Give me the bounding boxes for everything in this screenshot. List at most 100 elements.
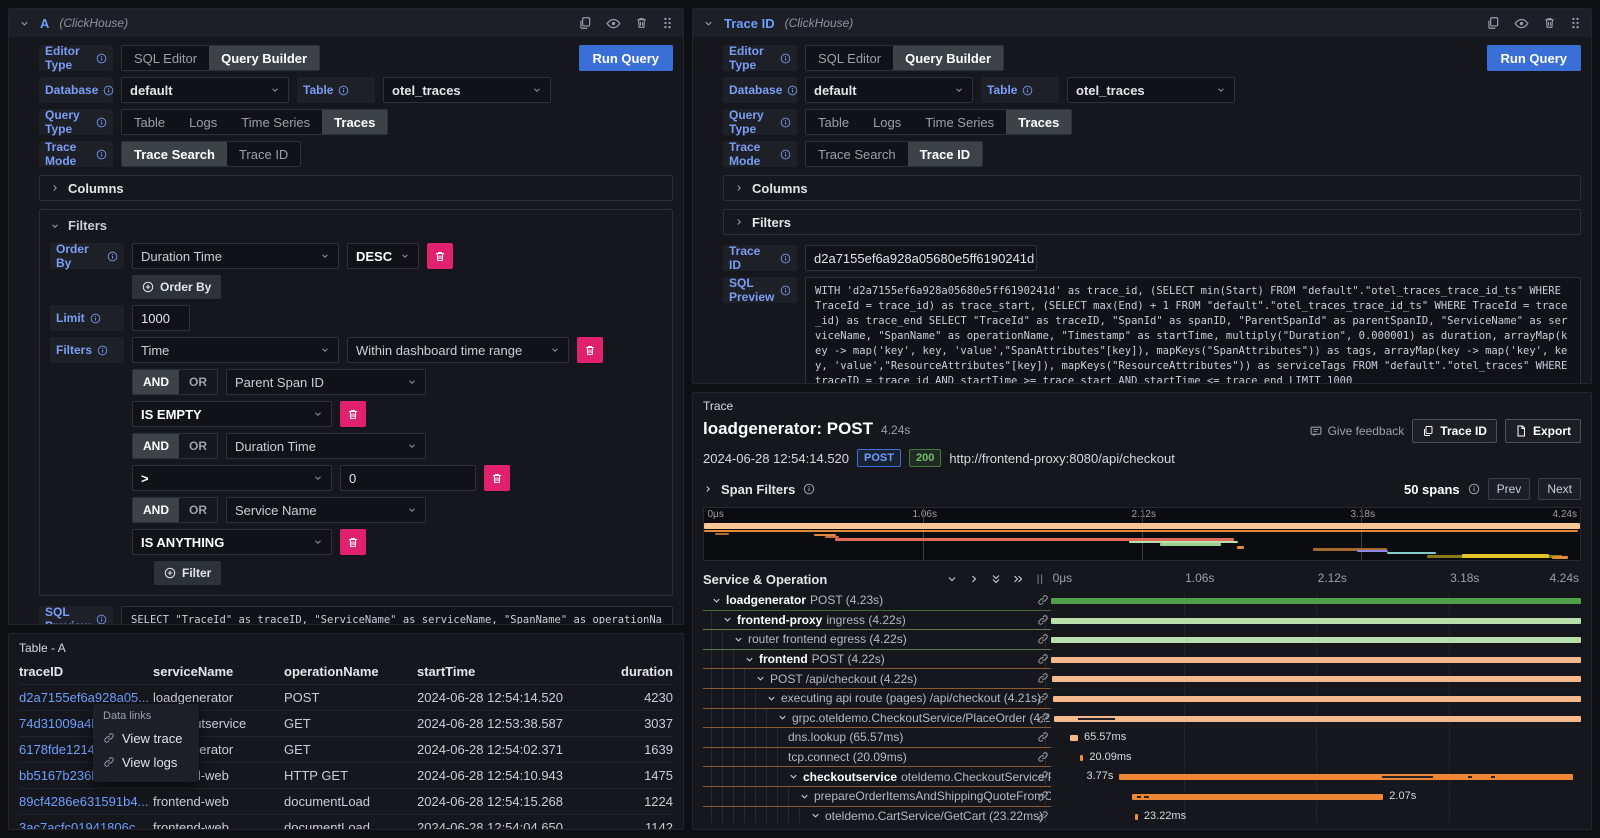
info-icon[interactable] — [338, 85, 349, 96]
span-collapse-icon[interactable] — [788, 771, 799, 782]
cell-traceid[interactable]: 3ac7acfc01941806c... — [19, 820, 153, 830]
info-icon[interactable] — [90, 313, 101, 324]
sql-editor-option[interactable]: SQL Editor — [806, 46, 893, 70]
span-link-icon[interactable] — [1037, 594, 1049, 609]
run-query-button[interactable]: Run Query — [1487, 45, 1581, 71]
span-duration-bar[interactable] — [1054, 716, 1581, 722]
drag-handle-icon[interactable] — [662, 16, 673, 30]
or-option[interactable]: OR — [179, 434, 217, 458]
columns-section-toggle[interactable]: Columns — [39, 175, 673, 201]
remove-time-filter-button[interactable] — [577, 337, 603, 363]
filter-operator-select[interactable]: > — [132, 465, 332, 491]
info-icon[interactable] — [96, 117, 107, 128]
query-type-traces[interactable]: Traces — [322, 110, 387, 134]
span-link-icon[interactable] — [1037, 633, 1049, 648]
info-icon[interactable] — [780, 53, 791, 64]
time-filter-field-select[interactable]: Time — [132, 337, 339, 363]
view-logs-link[interactable]: View logs — [103, 750, 189, 774]
span-link-icon[interactable] — [1037, 692, 1049, 707]
info-icon[interactable] — [1468, 483, 1480, 495]
query-type-timeseries[interactable]: Time Series — [913, 110, 1006, 134]
order-by-field-select[interactable]: Duration Time — [132, 243, 339, 269]
time-filter-value-select[interactable]: Within dashboard time range — [347, 337, 569, 363]
collapse-all-icon[interactable] — [990, 573, 1002, 585]
add-order-by-button[interactable]: Order By — [132, 275, 221, 299]
or-option[interactable]: OR — [179, 370, 217, 394]
span-collapse-icon[interactable] — [733, 634, 744, 645]
remove-filter-button[interactable] — [484, 465, 510, 491]
filter-field-select[interactable]: Duration Time — [226, 433, 426, 459]
span-link-icon[interactable] — [1037, 672, 1049, 687]
remove-filter-button[interactable] — [340, 401, 366, 427]
and-option[interactable]: AND — [133, 370, 179, 394]
span-collapse-icon[interactable] — [722, 614, 733, 625]
span-duration-bar[interactable] — [1070, 735, 1078, 741]
info-icon[interactable] — [96, 614, 107, 625]
collapse-one-icon[interactable] — [946, 573, 958, 585]
filters-section-toggle[interactable]: Filters — [50, 218, 662, 233]
query-type-timeseries[interactable]: Time Series — [229, 110, 322, 134]
collapse-chevron-icon[interactable] — [703, 18, 714, 29]
next-span-button[interactable]: Next — [1538, 478, 1581, 500]
col-header-duration[interactable]: duration — [590, 664, 673, 679]
view-trace-link[interactable]: View trace — [103, 726, 189, 750]
span-collapse-icon[interactable] — [711, 595, 722, 606]
span-duration-bar[interactable] — [1051, 598, 1581, 604]
span-duration-bar[interactable] — [1053, 696, 1581, 702]
span-link-icon[interactable] — [1037, 712, 1049, 727]
give-feedback-link[interactable]: Give feedback — [1309, 424, 1405, 438]
info-icon[interactable] — [780, 285, 791, 296]
and-option[interactable]: AND — [133, 434, 179, 458]
span-name-cell[interactable]: loadgeneratorPOST (4.23s) — [703, 591, 1051, 611]
cell-traceid[interactable]: 89cf4286e631591b4... — [19, 794, 153, 809]
filters-section-toggle[interactable]: Filters — [723, 209, 1581, 235]
trace-minimap[interactable]: 0μs1.06s2.12s3.18s4.24s — [703, 507, 1581, 561]
span-duration-bar[interactable] — [1132, 794, 1383, 800]
trace-mode-id[interactable]: Trace ID — [227, 142, 300, 166]
export-button[interactable]: Export — [1505, 419, 1581, 443]
info-icon[interactable] — [803, 483, 815, 495]
span-name-cell[interactable]: prepareOrderItemsAndShippingQuoteFromCar… — [703, 787, 1051, 807]
or-option[interactable]: OR — [179, 498, 217, 522]
hide-query-eye-icon[interactable] — [1514, 16, 1529, 31]
info-icon[interactable] — [96, 53, 107, 64]
query-type-table[interactable]: Table — [806, 110, 861, 134]
span-bar-cell[interactable] — [1051, 650, 1581, 670]
expand-all-icon[interactable] — [1012, 573, 1024, 585]
info-icon[interactable] — [103, 85, 114, 96]
span-link-icon[interactable] — [1037, 810, 1049, 823]
info-icon[interactable] — [787, 85, 798, 96]
span-duration-bar[interactable] — [1119, 774, 1572, 780]
query-type-table[interactable]: Table — [122, 110, 177, 134]
col-header-traceid[interactable]: traceID — [19, 664, 153, 679]
cell-traceid[interactable]: d2a7155ef6a928a05... — [19, 690, 153, 705]
span-link-icon[interactable] — [1037, 614, 1049, 629]
span-duration-bar[interactable] — [1051, 618, 1581, 624]
query-builder-option[interactable]: Query Builder — [209, 46, 319, 70]
span-bar-cell[interactable]: 20.09ms — [1051, 748, 1581, 768]
span-link-icon[interactable] — [1037, 731, 1049, 746]
col-header-servicename[interactable]: serviceName — [153, 664, 284, 679]
filter-field-select[interactable]: Service Name — [226, 497, 426, 523]
span-name-cell[interactable]: checkoutserviceoteldemo.CheckoutService/… — [703, 767, 1051, 787]
duplicate-query-icon[interactable] — [1486, 16, 1500, 30]
span-duration-bar[interactable] — [1080, 755, 1083, 761]
span-link-icon[interactable] — [1037, 751, 1049, 766]
span-bar-cell[interactable]: 2.07s — [1051, 787, 1581, 807]
span-collapse-icon[interactable] — [766, 693, 777, 704]
remove-order-by-button[interactable] — [427, 243, 453, 269]
trace-mode-id[interactable]: Trace ID — [908, 142, 983, 166]
delete-query-icon[interactable] — [1543, 16, 1556, 30]
span-bar-cell[interactable] — [1051, 591, 1581, 611]
add-filter-button[interactable]: Filter — [154, 561, 221, 585]
table-select[interactable]: otel_traces — [1067, 77, 1235, 103]
database-select[interactable]: default — [121, 77, 289, 103]
trace-id-input[interactable]: d2a7155ef6a928a05680e5ff6190241d — [805, 245, 1037, 271]
span-bar-cell[interactable] — [1051, 709, 1581, 729]
span-duration-bar[interactable] — [1135, 814, 1138, 820]
span-name-cell[interactable]: frontendPOST (4.22s) — [703, 650, 1051, 670]
span-duration-bar[interactable] — [1051, 637, 1581, 643]
filter-field-select[interactable]: Parent Span ID — [226, 369, 426, 395]
span-name-cell[interactable]: executing api route (pages) /api/checkou… — [703, 689, 1051, 709]
trace-mode-search[interactable]: Trace Search — [122, 142, 227, 166]
